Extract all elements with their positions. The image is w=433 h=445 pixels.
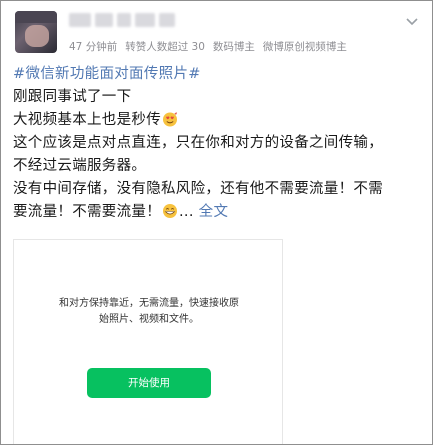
- post-text: #微信新功能面对面传照片# 刚跟同事试了一下 大视频基本上也是秒传 这个应该是点…: [13, 63, 425, 224]
- post-line-4: 不经过云端服务器。: [13, 158, 147, 174]
- card-description: 和对方保持靠近，无需流量，快速接收原 始照片、视频和文件。: [14, 296, 284, 328]
- post-line-6-wrap: 要流量！不需要流量！ ... 全文: [13, 201, 425, 224]
- post-line-5: 没有中间存储，没有隐私风险，还有他不需要流量！不需: [13, 181, 383, 197]
- grin-emoji-icon: [163, 204, 177, 218]
- chevron-down-icon[interactable]: [404, 13, 420, 29]
- post-line-3: 这个应该是点对点直连，只在你和对方的设备之间传输，: [13, 135, 383, 151]
- post-line-2-wrap: 大视频基本上也是秒传: [13, 109, 425, 132]
- read-more-link[interactable]: 全文: [199, 204, 229, 220]
- post-time[interactable]: 47 分钟前: [69, 39, 117, 54]
- hashtag-link[interactable]: #微信新功能面对面传照片#: [13, 63, 425, 86]
- user-tag-video: 微博原创视频博主: [262, 41, 347, 53]
- card-text-line-2: 始照片、视频和文件。: [99, 314, 199, 325]
- username-blurred[interactable]: [69, 13, 175, 27]
- ellipsis: ...: [179, 204, 199, 220]
- user-tag-digital: 数码博主: [212, 41, 255, 53]
- embedded-screenshot[interactable]: 和对方保持靠近，无需流量，快速接收原 始照片、视频和文件。 开始使用: [13, 239, 284, 444]
- repost-count: 转赞人数超过 30: [125, 41, 205, 53]
- start-button[interactable]: 开始使用: [87, 368, 211, 398]
- card-text-line-1: 和对方保持靠近，无需流量，快速接收原: [59, 298, 239, 309]
- avatar[interactable]: [15, 11, 57, 53]
- post-line-1: 刚跟同事试了一下: [13, 89, 132, 105]
- post-meta: 47 分钟前 转赞人数超过 30 数码博主 微博原创视频博主: [69, 39, 347, 54]
- post-line-6: 要流量！不需要流量！: [13, 204, 161, 220]
- heart-eyes-emoji-icon: [163, 112, 177, 127]
- weibo-post: 47 分钟前 转赞人数超过 30 数码博主 微博原创视频博主 #微信新功能面对面…: [0, 0, 433, 445]
- post-line-2: 大视频基本上也是秒传: [13, 112, 161, 128]
